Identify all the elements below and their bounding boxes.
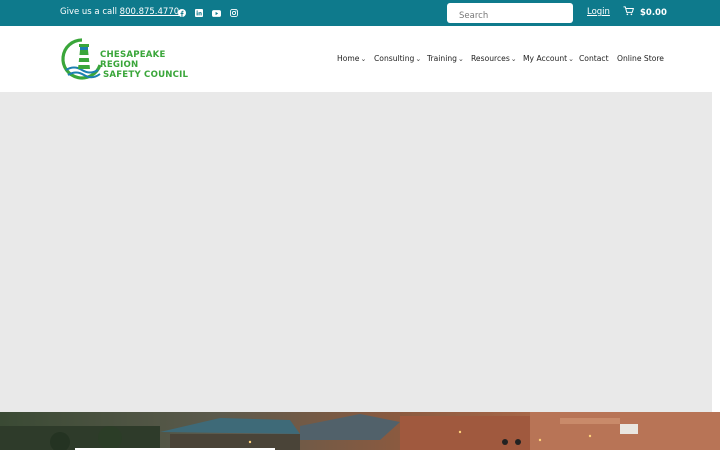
cart-button[interactable]: $0.00 bbox=[623, 6, 667, 19]
cart-total: $0.00 bbox=[640, 7, 667, 18]
nav-home[interactable]: Home ⌄ bbox=[337, 54, 366, 63]
chevron-down-icon: ⌄ bbox=[568, 54, 574, 63]
logo-line-1: Chesapeake Region bbox=[100, 50, 166, 70]
nav-consulting[interactable]: Consulting ⌄ bbox=[374, 54, 421, 63]
instagram-icon[interactable] bbox=[229, 8, 239, 18]
linkedin-icon[interactable] bbox=[194, 8, 204, 18]
search-input[interactable] bbox=[447, 6, 573, 26]
nav-resources-label: Resources bbox=[471, 54, 510, 63]
logo-text: Chesapeake Region Safety Council bbox=[100, 50, 205, 80]
youtube-icon[interactable] bbox=[211, 8, 221, 18]
nav-training-label: Training bbox=[427, 54, 457, 63]
site-header: Chesapeake Region Safety Council Home ⌄ … bbox=[0, 26, 720, 92]
nav-resources[interactable]: Resources ⌄ bbox=[471, 54, 517, 63]
site-logo[interactable]: Chesapeake Region Safety Council bbox=[60, 37, 205, 81]
nav-my-account-label: My Account bbox=[523, 54, 568, 63]
nav-consulting-label: Consulting bbox=[374, 54, 415, 63]
nav-home-label: Home bbox=[337, 54, 360, 63]
cart-icon bbox=[623, 6, 634, 19]
nav-contact[interactable]: Contact bbox=[579, 54, 609, 63]
call-prefix: Give us a call bbox=[60, 7, 117, 17]
top-bar: Give us a call 800.875.4770 Login $0.00 bbox=[0, 0, 720, 26]
call-us-text: Give us a call 800.875.4770 bbox=[60, 7, 179, 17]
chevron-down-icon: ⌄ bbox=[457, 54, 464, 63]
chevron-down-icon: ⌄ bbox=[415, 54, 422, 63]
chevron-down-icon: ⌄ bbox=[360, 54, 367, 63]
logo-line-2: Safety Council bbox=[103, 70, 189, 80]
nav-training[interactable]: Training ⌄ bbox=[427, 54, 464, 63]
aerial-city-photo bbox=[0, 412, 720, 450]
search-box[interactable] bbox=[447, 3, 573, 26]
page-gutter bbox=[712, 92, 720, 412]
login-link[interactable]: Login bbox=[587, 7, 610, 17]
phone-link[interactable]: 800.875.4770 bbox=[120, 7, 179, 17]
nav-online-store-label: Online Store bbox=[617, 54, 664, 63]
nav-contact-label: Contact bbox=[579, 54, 609, 63]
nav-online-store[interactable]: Online Store bbox=[617, 54, 664, 63]
lighthouse-icon bbox=[61, 38, 102, 80]
facebook-icon[interactable] bbox=[177, 8, 187, 18]
chevron-down-icon: ⌄ bbox=[510, 54, 517, 63]
hero-media-placeholder bbox=[0, 92, 712, 412]
nav-my-account[interactable]: My Account ⌄ bbox=[523, 54, 574, 63]
